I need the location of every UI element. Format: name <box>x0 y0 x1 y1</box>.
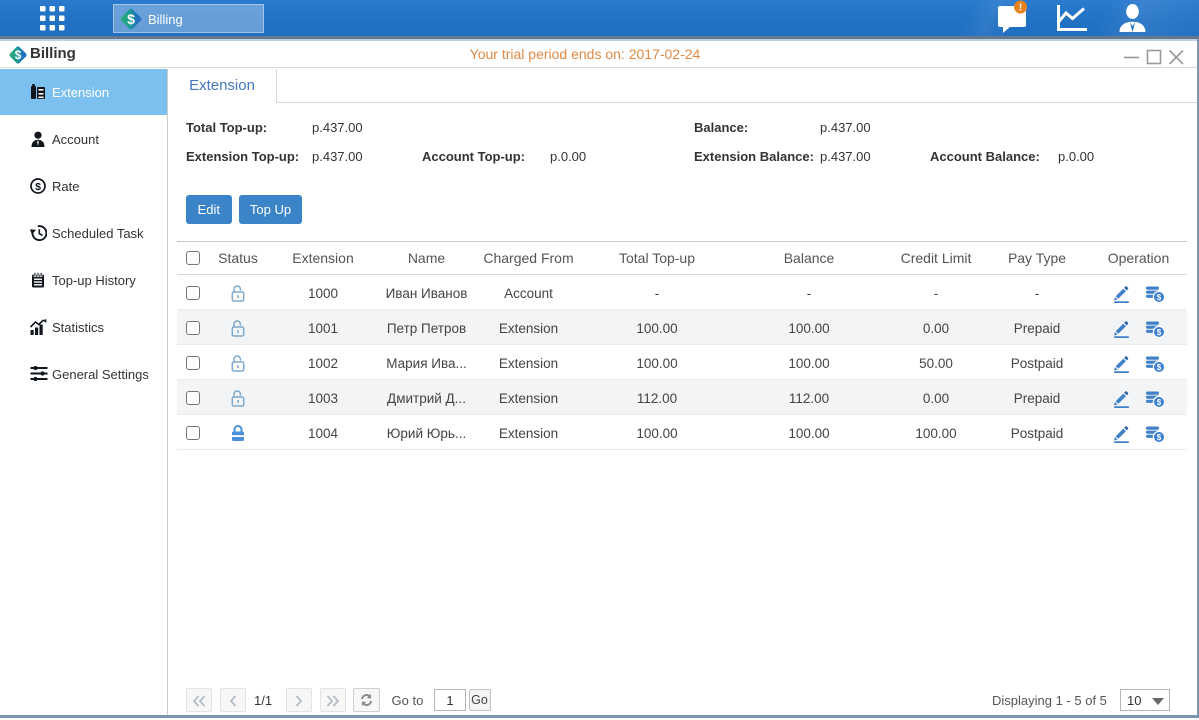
svg-text:$: $ <box>1157 293 1162 302</box>
svg-text:$: $ <box>1157 328 1162 337</box>
svg-text:$: $ <box>127 11 135 27</box>
svg-text:$: $ <box>1157 398 1162 407</box>
svg-text:!: ! <box>1019 3 1022 14</box>
svg-text:$: $ <box>1157 363 1162 372</box>
svg-text:$: $ <box>35 181 41 193</box>
svg-text:$: $ <box>1157 433 1162 442</box>
